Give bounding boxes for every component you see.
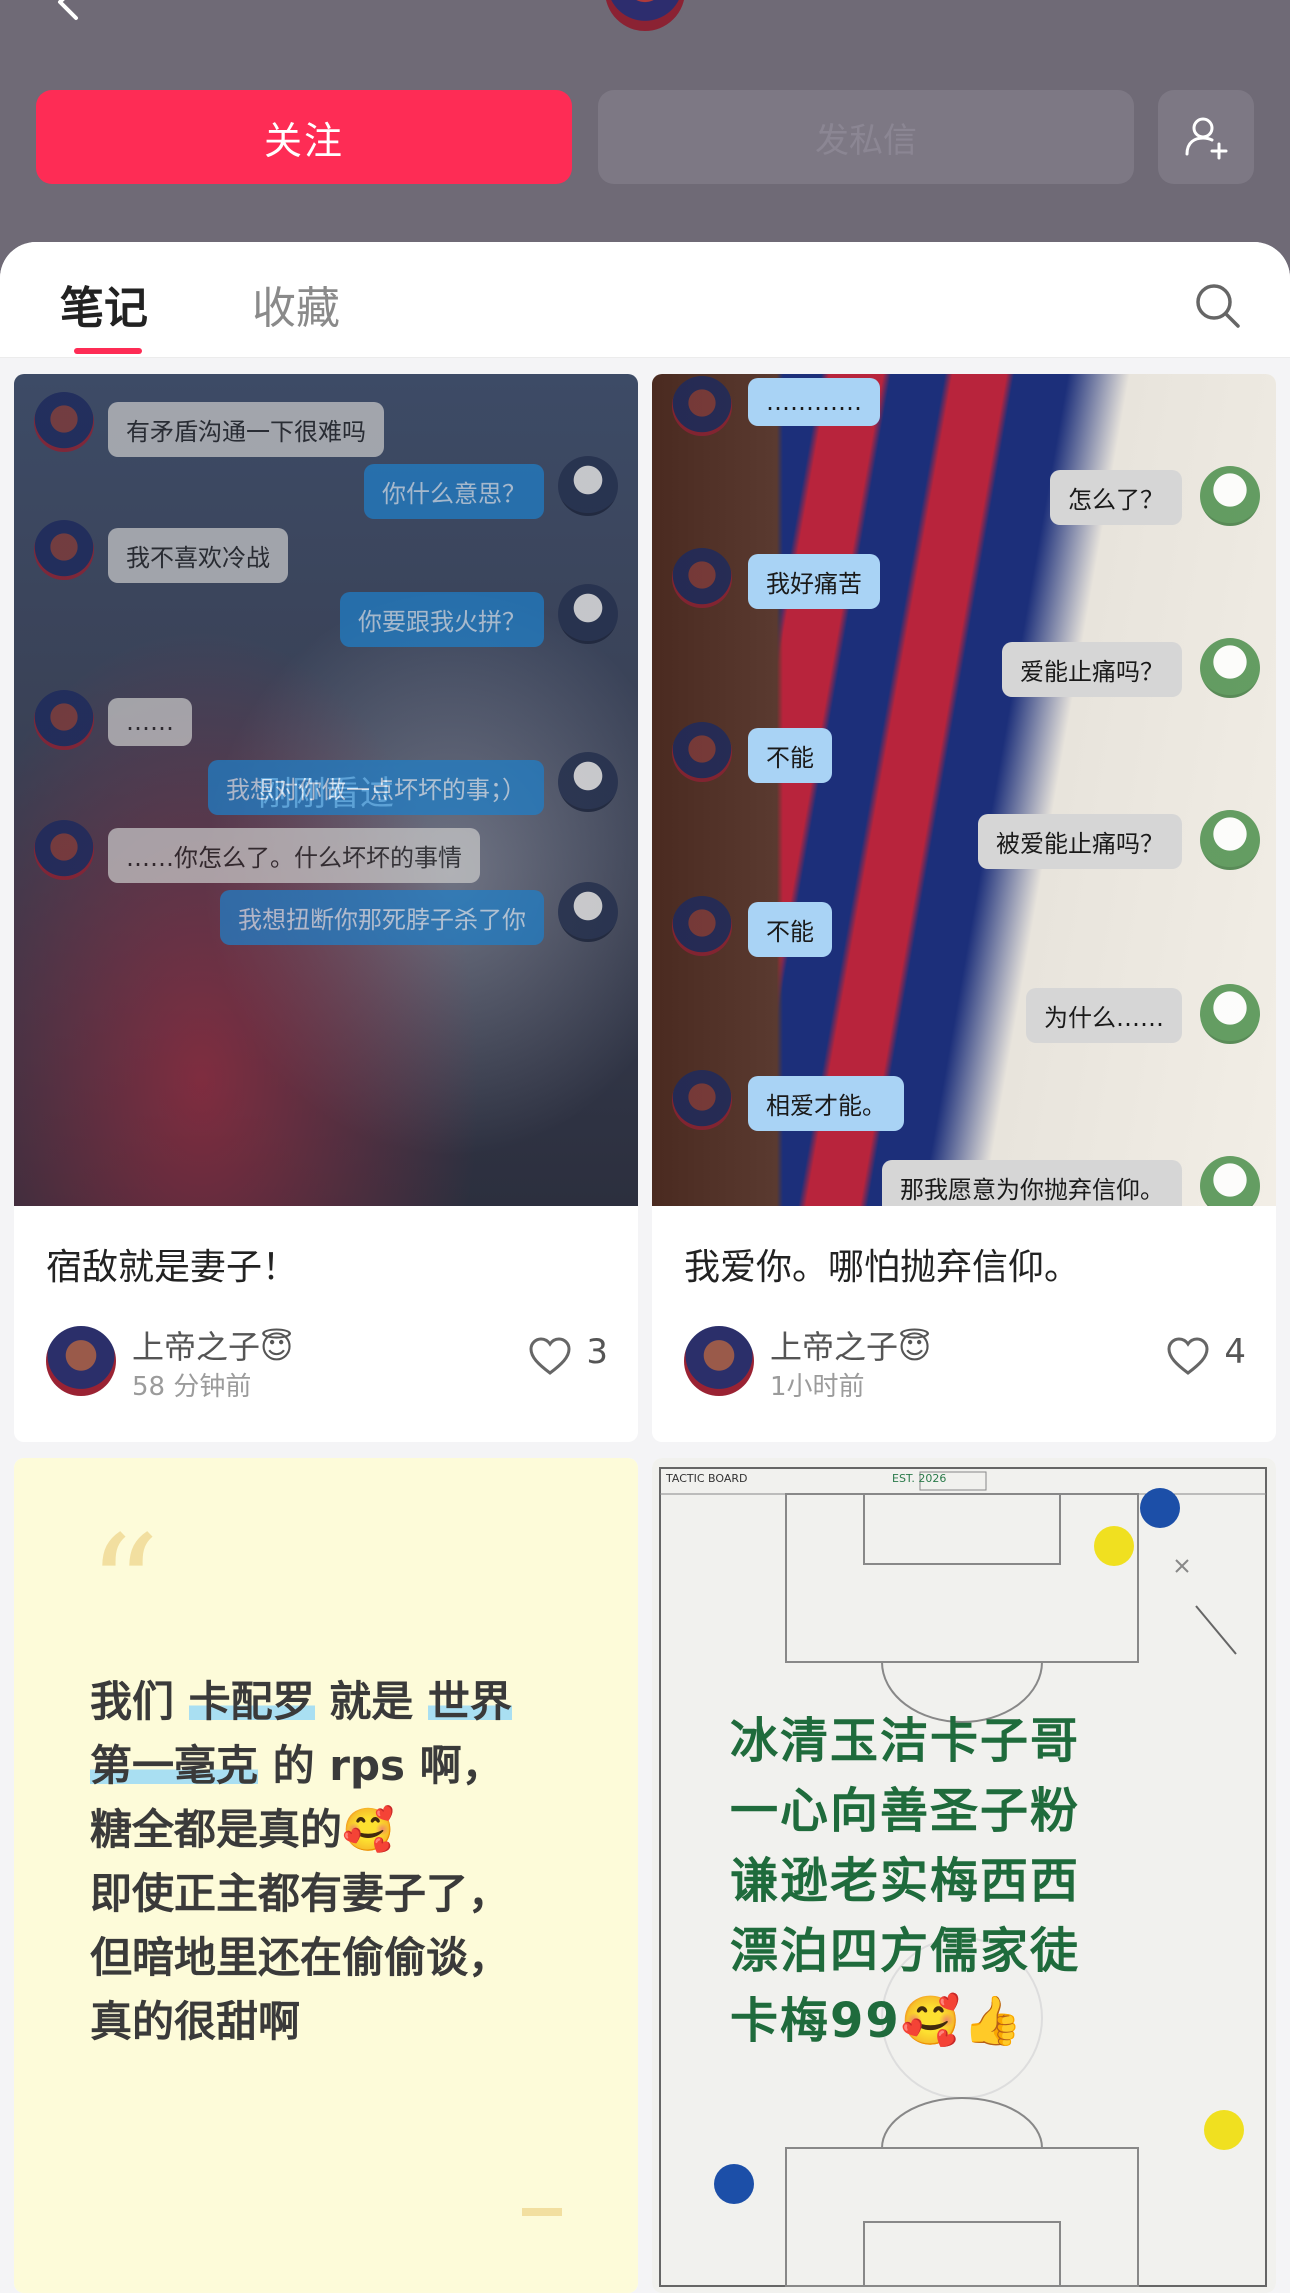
chat-avatar — [558, 882, 618, 942]
post-time: 1小时前 — [770, 1372, 865, 1402]
tab-notes[interactable]: 笔记 — [60, 272, 148, 336]
note-title[interactable]: 宿敌就是妻子！ — [46, 1238, 298, 1290]
decorative-dash — [522, 2208, 562, 2216]
profile-header: 关注 发私信 — [0, 0, 1290, 280]
profile-avatar[interactable] — [602, 0, 688, 34]
chat-bubble: 为什么…… — [1026, 988, 1182, 1043]
quote-mark-icon: “ — [88, 1506, 160, 1669]
chat-avatar — [672, 548, 732, 608]
quote-line: 但暗地里还在偷偷谈， — [90, 1933, 511, 1982]
note-card[interactable]: TACTIC BOARD EST. 2026 冰清玉洁卡子哥 一心向善圣子粉 谦… — [652, 1458, 1276, 2293]
quote-line: 真的很甜啊 — [90, 1997, 301, 2046]
note-cover-image[interactable]: ………… 怎么了？ 我好痛苦 爱能止痛吗？ 不能 被爱能止痛吗？ 不能 为什么…… — [652, 374, 1276, 1206]
board-line: 漂泊四方儒家徒 — [730, 1923, 1081, 1979]
board-line: 卡梅99🥰👍 — [730, 1993, 1025, 2049]
chat-avatar — [1200, 810, 1260, 870]
add-user-icon — [1185, 117, 1228, 160]
chat-avatar — [1200, 984, 1260, 1044]
author-name[interactable]: 上帝之子😇 — [132, 1322, 293, 1368]
quote-fragment: 就是 — [329, 1677, 414, 1726]
chat-avatar — [558, 584, 618, 644]
search-icon[interactable] — [1192, 280, 1242, 330]
note-card[interactable]: ………… 怎么了？ 我好痛苦 爱能止痛吗？ 不能 被爱能止痛吗？ 不能 为什么…… — [652, 374, 1276, 1442]
board-line: 谦逊老实梅西西 — [730, 1853, 1081, 1909]
chat-bubble: 你要跟我火拼？ — [340, 592, 544, 647]
add-friend-button[interactable] — [1158, 90, 1254, 184]
quote-line: 即使正主都有妻子了， — [90, 1869, 511, 1918]
like-count: 4 — [1224, 1332, 1246, 1372]
tab-bar: 笔记 收藏 — [0, 242, 1290, 358]
chat-avatar — [1200, 638, 1260, 698]
chat-avatar — [558, 752, 618, 812]
quote-line: 我们 卡配罗 就是 世界 — [90, 1670, 610, 1734]
board-line: 冰清玉洁卡子哥 — [730, 1713, 1081, 1769]
quote-highlight: 第一毫克 — [90, 1741, 259, 1790]
back-arrow-icon[interactable] — [48, 0, 88, 22]
chat-bubble: …… — [108, 698, 192, 746]
chat-avatar — [34, 520, 94, 580]
quote-text: 我们 卡配罗 就是 世界 第一毫克 的 rps 啊， 糖全都是真的🥰 即使正主都… — [90, 1670, 610, 2054]
quote-line: 糖全都是真的🥰 — [90, 1805, 395, 1854]
chat-bubble: 怎么了？ — [1050, 470, 1182, 525]
note-card[interactable]: 有矛盾沟通一下很难吗 你什么意思？ 我不喜欢冷战 你要跟我火拼？ 刚刚看过 ……… — [14, 374, 638, 1442]
tab-favorites[interactable]: 收藏 — [252, 272, 340, 336]
chat-bubble: 我想扭断你那死脖子杀了你 — [220, 890, 544, 945]
chat-bubble: 我不喜欢冷战 — [108, 528, 288, 583]
heart-icon[interactable] — [528, 1336, 572, 1376]
chat-bubble: 那我愿意为你抛弃信仰。 — [882, 1160, 1182, 1206]
message-button[interactable]: 发私信 — [598, 90, 1134, 184]
board-header-label: TACTIC BOARD — [666, 1472, 748, 1485]
note-cover-image[interactable]: TACTIC BOARD EST. 2026 冰清玉洁卡子哥 一心向善圣子粉 谦… — [652, 1458, 1276, 2293]
chat-bubble: ……你怎么了。什么坏坏的事情 — [108, 828, 480, 883]
note-cover-image[interactable]: “ 我们 卡配罗 就是 世界 第一毫克 的 rps 啊， 糖全都是真的🥰 即使正… — [14, 1458, 638, 2293]
follow-button[interactable]: 关注 — [36, 90, 572, 184]
chat-avatar — [672, 896, 732, 956]
chat-bubble: 不能 — [748, 728, 832, 783]
note-cover-image[interactable]: 有矛盾沟通一下很难吗 你什么意思？ 我不喜欢冷战 你要跟我火拼？ 刚刚看过 ……… — [14, 374, 638, 1206]
quote-fragment: 我们 — [90, 1677, 175, 1726]
author-avatar[interactable] — [684, 1326, 754, 1396]
chat-bubble: 有矛盾沟通一下很难吗 — [108, 402, 384, 457]
author-avatar[interactable] — [46, 1326, 116, 1396]
quote-line: 第一毫克 的 rps 啊， — [90, 1734, 610, 1798]
board-line: 一心向善圣子粉 — [730, 1783, 1081, 1839]
author-name[interactable]: 上帝之子😇 — [770, 1322, 931, 1368]
heart-icon[interactable] — [1166, 1336, 1210, 1376]
quote-highlight: 世界 — [427, 1677, 512, 1726]
chat-bubble: 不能 — [748, 902, 832, 957]
chat-bubble: 我想对你做一点坏坏的事；） — [208, 760, 544, 815]
quote-highlight: 卡配罗 — [188, 1677, 315, 1726]
note-card[interactable]: “ 我们 卡配罗 就是 世界 第一毫克 的 rps 啊， 糖全都是真的🥰 即使正… — [14, 1458, 638, 2293]
chat-avatar — [1200, 466, 1260, 526]
chat-bubble: 你什么意思？ — [364, 464, 544, 519]
active-tab-indicator — [74, 348, 142, 354]
chat-avatar — [34, 820, 94, 880]
like-count: 3 — [586, 1332, 608, 1372]
quote-fragment: 的 rps 啊， — [272, 1741, 504, 1790]
chat-avatar — [34, 392, 94, 452]
chat-bubble: 我好痛苦 — [748, 554, 880, 609]
chat-bubble: 被爱能止痛吗？ — [978, 814, 1182, 869]
chat-bubble: 爱能止痛吗？ — [1002, 642, 1182, 697]
chat-avatar — [1200, 1156, 1260, 1206]
chat-bubble: 相爱才能。 — [748, 1076, 904, 1131]
chat-avatar — [558, 456, 618, 516]
chat-avatar — [34, 690, 94, 750]
note-title[interactable]: 我爱你。哪怕抛弃信仰。 — [684, 1238, 1080, 1290]
board-text: 冰清玉洁卡子哥 一心向善圣子粉 谦逊老实梅西西 漂泊四方儒家徒 卡梅99🥰👍 — [730, 1706, 1080, 2056]
chat-avatar — [672, 376, 732, 436]
board-est-label: EST. 2026 — [892, 1472, 947, 1485]
post-time: 58 分钟前 — [132, 1372, 252, 1402]
chat-bubble: ………… — [748, 378, 880, 426]
chat-avatar — [672, 722, 732, 782]
chat-avatar — [672, 1070, 732, 1130]
